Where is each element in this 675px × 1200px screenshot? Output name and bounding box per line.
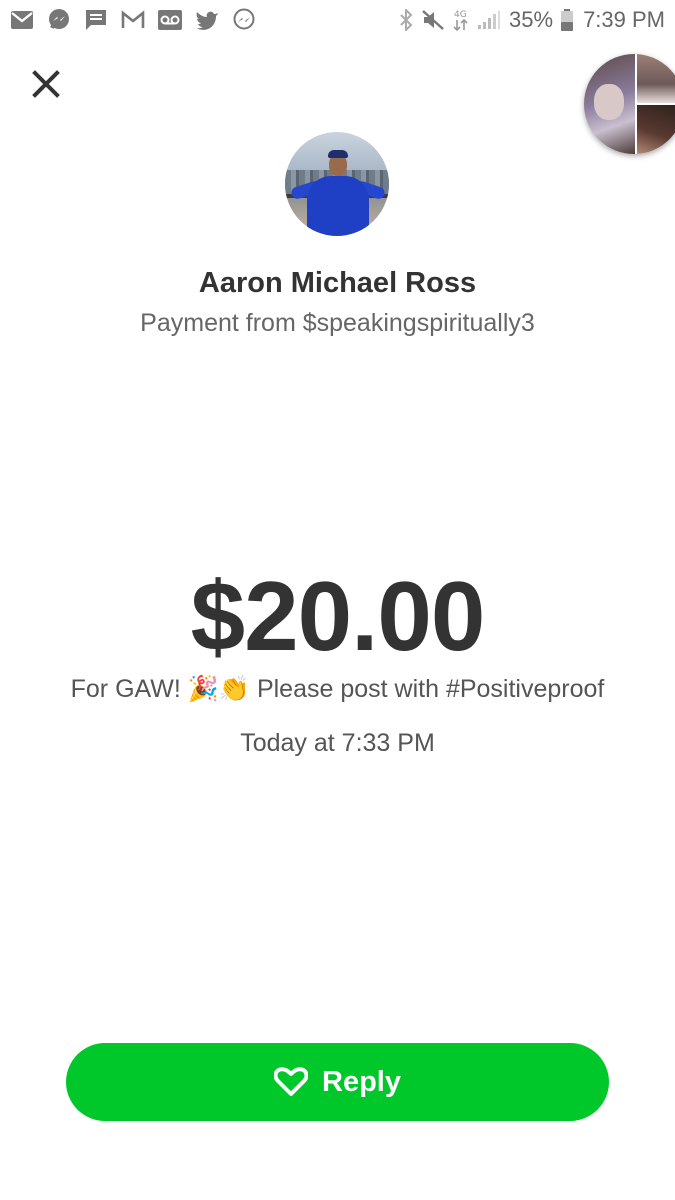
messenger-icon	[47, 8, 71, 32]
chat-head-bubble[interactable]	[584, 54, 675, 154]
battery-percent: 35%	[509, 7, 554, 32]
chat-head-photo-2	[636, 54, 675, 104]
mute-icon	[421, 9, 445, 31]
battery-icon	[561, 9, 574, 31]
avatar[interactable]	[285, 132, 389, 236]
chat-head-photo-3	[636, 104, 675, 154]
payment-note: For GAW! 🎉👏 Please post with #Positivepr…	[70, 675, 605, 703]
payment-timestamp: Today at 7:33 PM	[240, 729, 435, 757]
reply-button[interactable]: Reply	[66, 1043, 609, 1121]
gmail-outline-icon	[121, 8, 145, 32]
sender-name: Aaron Michael Ross	[198, 267, 477, 299]
chat-head-photo-1	[584, 54, 636, 154]
close-button[interactable]	[28, 66, 64, 102]
payment-subtitle: Payment from $speakingspiritually3	[140, 309, 535, 337]
messenger-outline-icon	[232, 8, 256, 32]
reply-label: Reply	[322, 1065, 401, 1098]
status-bar: 4G 35% 7:39 PM	[0, 0, 675, 40]
bluetooth-icon	[399, 9, 413, 31]
voicemail-icon	[158, 8, 182, 32]
clock: 7:39 PM	[583, 7, 665, 32]
close-icon	[32, 70, 60, 98]
signal-icon	[477, 10, 501, 30]
system-icons: 4G 35% 7:39 PM	[399, 5, 665, 35]
message-icon	[84, 8, 108, 32]
notification-icons	[10, 7, 256, 33]
svg-text:4G: 4G	[454, 10, 467, 20]
heart-icon	[274, 1067, 308, 1097]
gmail-icon	[10, 8, 34, 32]
data-4g-icon: 4G	[453, 8, 469, 32]
twitter-icon	[195, 8, 219, 32]
payment-amount: $20.00	[190, 561, 486, 671]
